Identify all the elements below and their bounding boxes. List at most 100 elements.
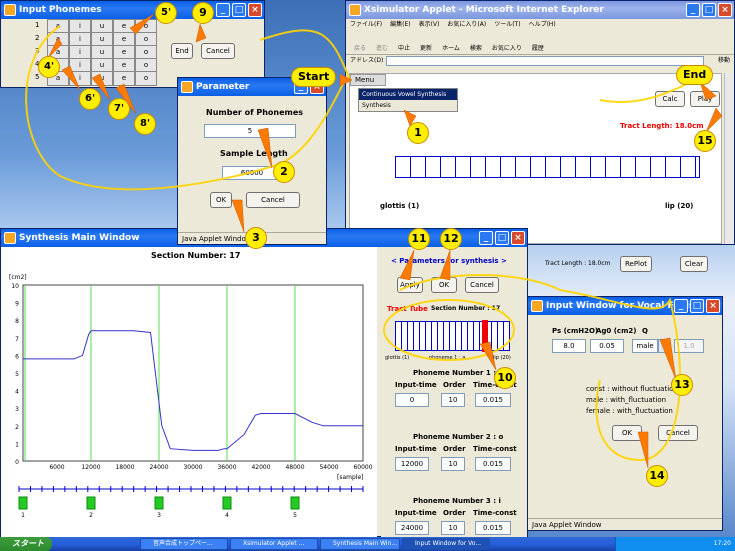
address-input[interactable]: [386, 56, 704, 66]
y-axis-label: [cm2]: [9, 274, 27, 281]
applet-menu[interactable]: Menu: [350, 74, 386, 86]
tract-grid: [395, 156, 700, 178]
menu-tools[interactable]: ツール(T): [494, 19, 520, 31]
tube-selected-section: [482, 320, 488, 352]
refresh-button[interactable]: 更新: [420, 43, 432, 52]
replot-button[interactable]: RePlot: [620, 256, 652, 272]
minimize-button[interactable]: _: [674, 299, 688, 313]
y-tick-label: 3: [15, 406, 19, 413]
go-button[interactable]: 移動: [718, 55, 730, 67]
close-button[interactable]: ×: [706, 299, 720, 313]
maximize-button[interactable]: □: [702, 3, 716, 17]
order-field[interactable]: 10: [441, 393, 465, 407]
menu-edit[interactable]: 編集(E): [390, 19, 410, 31]
dropdown-synthesis[interactable]: Synthesis: [359, 100, 457, 111]
row-number: 2: [35, 34, 40, 42]
favorites-button[interactable]: お気に入り: [492, 43, 522, 52]
order-header: Order: [443, 445, 466, 453]
parameter-cancel-button[interactable]: Cancel: [246, 192, 300, 208]
order-header: Order: [443, 381, 466, 389]
task-xsimulator[interactable]: Xsimulator Applet ...: [230, 538, 318, 550]
back-button[interactable]: 戻る: [354, 43, 366, 52]
order-field[interactable]: 10: [441, 521, 465, 535]
input-time-header: Input-time: [395, 381, 437, 389]
params-ok-button[interactable]: OK: [431, 277, 457, 293]
vocal-ok-button[interactable]: OK: [612, 425, 642, 441]
params-cancel-button[interactable]: Cancel: [465, 277, 499, 293]
tract-tube-label: Tract Tube: [387, 305, 428, 313]
time-const-field[interactable]: 0.015: [475, 457, 511, 471]
system-tray: 17:20: [615, 537, 735, 551]
close-button[interactable]: ×: [511, 231, 525, 245]
maximize-button[interactable]: □: [232, 3, 246, 17]
row-number: 5: [35, 73, 40, 81]
history-button[interactable]: 履歴: [532, 43, 544, 52]
ps-label: Ps (cmH2O): [552, 327, 599, 335]
minimize-button[interactable]: _: [216, 3, 230, 17]
ie-window: Xsimulator Applet - Microsoft Internet E…: [345, 0, 735, 272]
ie-icon: [349, 4, 361, 16]
phoneme-cell-e[interactable]: e: [113, 71, 135, 86]
vocal-cancel-button[interactable]: Cancel: [658, 425, 698, 441]
step-12-marker: 12: [440, 228, 462, 250]
maximize-button[interactable]: □: [690, 299, 704, 313]
phonemes-input[interactable]: 5: [204, 124, 296, 138]
step-5p-marker: 5': [155, 2, 177, 24]
parameter-ok-button[interactable]: OK: [210, 192, 232, 208]
phoneme-marker-box: [290, 496, 300, 510]
vocal-folds-window: Input Window for Vocal Folds _ □ × Ps (c…: [527, 296, 723, 531]
task-top-page[interactable]: 音声合成トップペー...: [140, 538, 228, 550]
q-select[interactable]: male: [632, 339, 658, 353]
time-const-field[interactable]: 0.015: [475, 393, 511, 407]
tube-drawing: [395, 320, 510, 352]
x-tick-label: 18000: [115, 464, 134, 471]
phoneme-title: Input Phonemes: [19, 5, 102, 15]
menu-view[interactable]: 表示(V): [419, 19, 440, 31]
menu-file[interactable]: ファイル(F): [350, 19, 382, 31]
step-3-marker: 3: [245, 227, 267, 249]
minimize-button[interactable]: _: [479, 231, 493, 245]
address-label: アドレス(D): [350, 57, 384, 64]
search-button[interactable]: 検索: [470, 43, 482, 52]
phoneme-marker-label: 5: [293, 512, 297, 519]
maximize-button[interactable]: □: [495, 231, 509, 245]
task-vocal-folds[interactable]: Input Window for Vo...: [402, 538, 490, 550]
close-button[interactable]: ×: [248, 3, 262, 17]
q-dropdown-arrow[interactable]: ▼: [658, 339, 670, 353]
menu-favorites[interactable]: お気に入り(A): [447, 19, 486, 31]
time-const-field[interactable]: 0.015: [475, 521, 511, 535]
phoneme-cell-i[interactable]: i: [69, 71, 91, 86]
play-button[interactable]: Play: [690, 91, 720, 107]
clear-button[interactable]: Clear: [680, 256, 708, 272]
stop-button[interactable]: 中止: [398, 43, 410, 52]
ag-input[interactable]: 0.05: [590, 339, 624, 353]
phoneme-cell-u[interactable]: u: [91, 71, 113, 86]
close-button[interactable]: ×: [718, 3, 732, 17]
input-time-field[interactable]: 0: [395, 393, 429, 407]
y-tick-label: 0: [15, 459, 19, 466]
input-time-field[interactable]: 12000: [395, 457, 429, 471]
calc-button[interactable]: Calc: [655, 91, 685, 107]
y-tick-label: 9: [15, 301, 19, 308]
parameter-dialog: Parameter _ × Number of Phonemes 5 Sampl…: [177, 77, 327, 245]
ie-scrollbar[interactable]: [724, 73, 734, 244]
phoneme-cancel-button[interactable]: Cancel: [201, 43, 235, 59]
start-button[interactable]: スタート: [0, 537, 52, 551]
ps-input[interactable]: 8.0: [552, 339, 586, 353]
phoneme-cell-o[interactable]: o: [135, 71, 157, 86]
menu-help[interactable]: ヘルプ(H): [529, 19, 556, 31]
task-synthesis[interactable]: Synthesis Main Win...: [320, 538, 400, 550]
dropdown-continuous-vowel[interactable]: Continuous Vowel Synthesis: [359, 89, 457, 100]
apply-button[interactable]: Apply: [397, 277, 423, 293]
home-button[interactable]: ホーム: [442, 43, 460, 52]
phoneme-marker-box: [86, 496, 96, 510]
tube-phoneme: phoneme 1 : a: [429, 355, 466, 361]
minimize-button[interactable]: _: [686, 3, 700, 17]
input-time-field[interactable]: 24000: [395, 521, 429, 535]
end-marker: End: [676, 65, 714, 85]
forward-button[interactable]: 進む: [376, 43, 388, 52]
ie-title-bar: Xsimulator Applet - Microsoft Internet E…: [346, 1, 734, 19]
phoneme-marker-box: [222, 496, 232, 510]
order-field[interactable]: 10: [441, 457, 465, 471]
end-button[interactable]: End: [171, 43, 193, 59]
